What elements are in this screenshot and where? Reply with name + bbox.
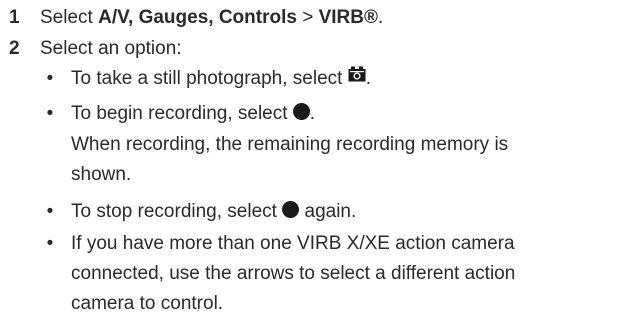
step-text: Select an option:	[40, 38, 182, 59]
recording-note: When recording, the remaining recording …	[71, 130, 508, 190]
menu-path-virb: VIRB®	[318, 7, 378, 28]
step-number: 1	[9, 7, 20, 28]
list-item-text: To stop recording, select again.	[71, 201, 357, 222]
list-item-text: If you have more than one VIRB X/XE acti…	[71, 233, 516, 314]
bullet-marker: •	[46, 201, 54, 222]
menu-path-controls: A/V, Gauges, Controls	[98, 7, 297, 28]
bullet-marker: •	[46, 103, 54, 124]
note-line: shown.	[71, 164, 132, 185]
note-line: When recording, the remaining recording …	[71, 134, 509, 155]
bullet-marker: •	[46, 233, 54, 254]
step-text: Select A/V, Gauges, Controls > VIRB®.	[40, 5, 383, 31]
step-number: 2	[9, 38, 20, 59]
step-prefix: Select	[40, 7, 99, 28]
bullet-marker: •	[46, 68, 54, 89]
instruction-document: 1 Select A/V, Gauges, Controls > VIRB®. …	[0, 0, 633, 317]
record-icon	[282, 201, 300, 219]
list-item-text: To begin recording, select .	[71, 103, 316, 124]
menu-separator: >	[296, 7, 319, 28]
list-item-text: To take a still photograph, select .	[71, 64, 371, 94]
camera-icon	[348, 62, 366, 92]
record-icon	[292, 103, 310, 121]
step-suffix: .	[378, 7, 384, 28]
